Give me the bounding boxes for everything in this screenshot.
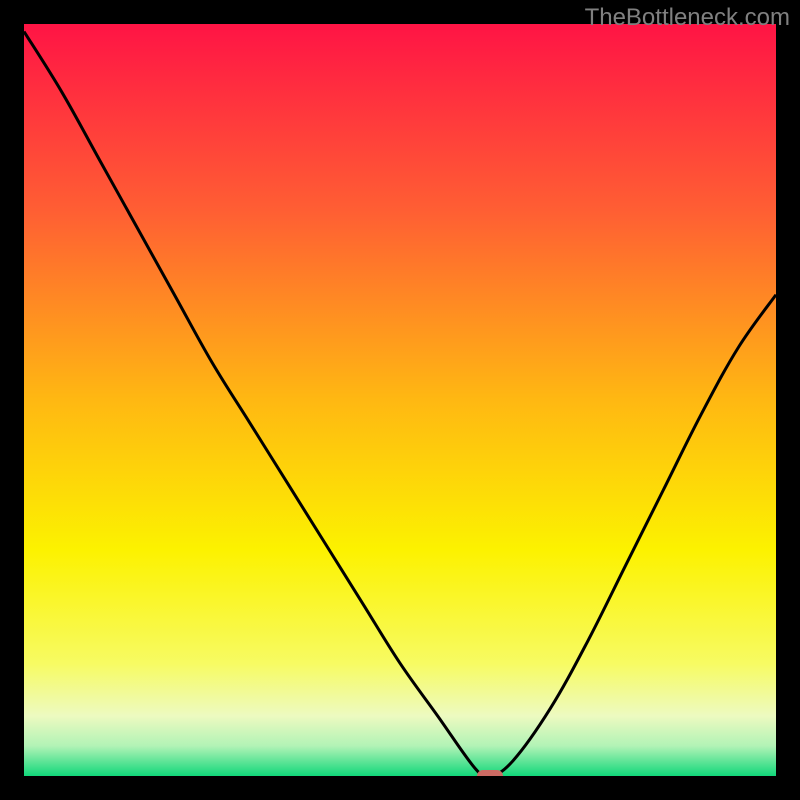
chart-frame: TheBottleneck.com — [0, 0, 800, 800]
bottleneck-curve — [24, 24, 776, 776]
optimal-point-marker — [477, 770, 503, 776]
plot-area — [24, 24, 776, 776]
watermark-text: TheBottleneck.com — [585, 4, 790, 32]
